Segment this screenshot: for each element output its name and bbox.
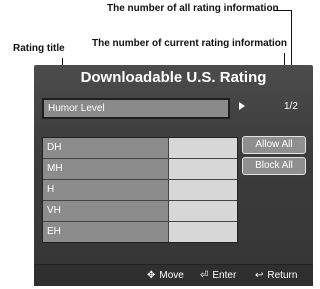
rating-label: VH	[43, 201, 169, 221]
block-all-button[interactable]: Block All	[242, 157, 306, 175]
rating-category-field[interactable]: Humor Level	[42, 98, 230, 119]
return-icon: ↩	[255, 270, 264, 281]
enter-icon: ⏎	[200, 270, 209, 281]
rating-lock-cell[interactable]	[169, 180, 237, 200]
annotation-current-count: The number of current rating information	[92, 38, 288, 49]
enter-label: Enter	[212, 270, 237, 281]
table-row[interactable]: VH	[43, 201, 237, 222]
table-row[interactable]: DH	[43, 138, 237, 159]
enter-hint: ⏎ Enter	[200, 270, 236, 281]
move-label: Move	[159, 270, 184, 281]
rating-label: H	[43, 180, 169, 200]
rating-dialog: Downloadable U.S. Rating Humor Level 1/2…	[34, 65, 313, 286]
move-hint: ✥ Move	[147, 270, 184, 281]
page-indicator: 1/2	[284, 101, 298, 112]
rating-lock-cell[interactable]	[169, 222, 237, 242]
footer-bar: ✥ Move ⏎ Enter ↩ Return	[34, 264, 313, 286]
right-arrow-icon[interactable]	[239, 102, 245, 110]
return-label: Return	[267, 270, 298, 281]
rating-table: DH MH H VH EH	[42, 137, 238, 243]
annotation-rating-title: Rating title	[13, 43, 65, 54]
annotation-line	[274, 10, 291, 11]
table-row[interactable]: MH	[43, 159, 237, 180]
dialog-title: Downloadable U.S. Rating	[80, 69, 267, 86]
rating-label: MH	[43, 159, 169, 179]
table-row[interactable]: H	[43, 180, 237, 201]
rating-lock-cell[interactable]	[169, 201, 237, 221]
rating-label: DH	[43, 138, 169, 158]
return-hint: ↩ Return	[255, 270, 297, 281]
rating-lock-cell[interactable]	[169, 159, 237, 179]
rating-label: EH	[43, 222, 169, 242]
annotation-all-count: The number of all rating information	[107, 3, 279, 14]
table-row[interactable]: EH	[43, 222, 237, 242]
annotation-line	[291, 10, 292, 69]
rating-lock-cell[interactable]	[169, 138, 237, 158]
allow-all-button[interactable]: Allow All	[242, 136, 306, 154]
move-icon: ✥	[147, 270, 156, 281]
